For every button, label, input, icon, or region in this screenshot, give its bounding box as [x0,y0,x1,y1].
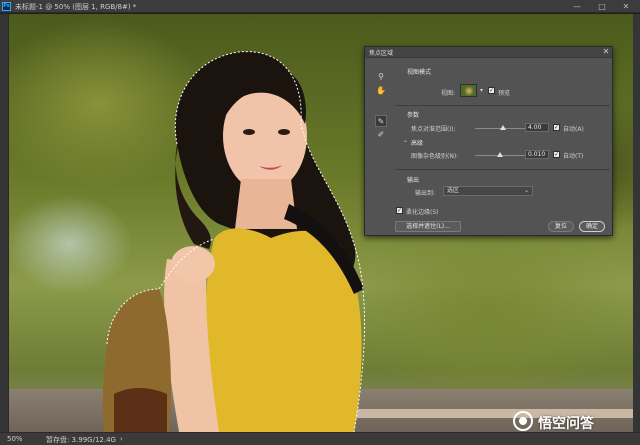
soften-edges-label: 柔化边缘(S) [406,209,439,216]
ok-button[interactable]: 确定 [579,221,605,232]
window-title-bar: Ps 未标题-1 @ 50% (图层 1, RGB/8#) * — □ ✕ [0,0,640,13]
focus-add-brush-icon[interactable]: ✎ [375,115,387,127]
noise-level-input[interactable]: 0.010 [525,150,549,159]
section-divider [395,169,610,170]
focus-auto-label: 自动(A) [563,126,584,133]
dialog-title-bar[interactable]: 焦点区域 ✕ [365,47,612,58]
zoom-icon[interactable]: ⚲ [375,71,387,83]
focus-range-label: 焦点对准范围(I): [411,126,456,133]
focus-auto-checkbox[interactable]: ✓ [553,124,560,131]
document-tab-title[interactable]: 未标题-1 @ 50% (图层 1, RGB/8#) * [15,2,136,12]
view-mode-section-label: 视图模式 [407,69,432,76]
focus-area-dialog[interactable]: 焦点区域 ✕ ⚲ ✋ ✎ ✐ 视图模式 视图: ▾ ✓ 预览 参数 焦点对准范围… [364,46,613,236]
close-window-button[interactable]: ✕ [620,1,632,12]
preview-label: 预览 [498,90,511,97]
view-mode-thumbnail[interactable] [460,84,477,97]
parameters-section-label: 参数 [407,112,420,119]
focus-range-input[interactable]: 4.00 [525,123,549,132]
chevron-down-icon: ⌄ [523,187,529,194]
scratch-disk-info: 暂存盘: 3.99G/12.4G [46,436,116,444]
watermark-text: 悟空问答 [538,416,594,432]
select-and-mask-button[interactable]: 选择并遮住(L)... [395,221,461,232]
photoshop-logo-icon: Ps [2,2,11,11]
output-to-label: 输出到: [415,190,436,197]
noise-level-slider-knob[interactable] [497,152,503,157]
noise-auto-label: 自动(T) [563,153,584,160]
maximize-button[interactable]: □ [596,1,608,12]
output-to-select[interactable]: 选区 ⌄ [443,186,533,196]
panels-strip[interactable] [633,14,640,432]
status-menu-arrow-icon[interactable]: › [120,435,123,443]
soften-edges-checkbox[interactable]: ✓ [396,207,403,214]
hand-icon[interactable]: ✋ [375,85,387,97]
view-mode-dropdown-arrow[interactable]: ▾ [480,87,483,94]
section-divider [395,105,610,106]
focus-subtract-brush-icon[interactable]: ✐ [375,129,387,141]
minimize-button[interactable]: — [571,1,583,12]
dialog-title: 焦点区域 [369,50,394,57]
output-to-value: 选区 [447,187,460,194]
focus-range-slider-knob[interactable] [499,125,506,130]
zoom-level[interactable]: 50% [7,435,23,443]
dialog-close-button[interactable]: ✕ [601,47,611,57]
status-bar: 50% 暂存盘: 3.99G/12.4G › [0,432,640,445]
output-section-label: 输出 [407,177,420,184]
view-label: 视图: [441,90,456,97]
noise-auto-checkbox[interactable]: ✓ [553,151,560,158]
reset-button[interactable]: 复位 [548,221,574,232]
preview-checkbox[interactable]: ✓ [488,87,495,94]
advanced-chevron-icon[interactable]: ⌄ [403,137,408,144]
advanced-toggle-label[interactable]: 高级 [411,138,423,147]
noise-level-label: 图像杂色级别(N): [411,153,459,160]
tools-panel-strip[interactable] [0,14,9,432]
watermark-logo-icon [513,411,533,431]
watermark: 悟空问答 [512,410,632,432]
